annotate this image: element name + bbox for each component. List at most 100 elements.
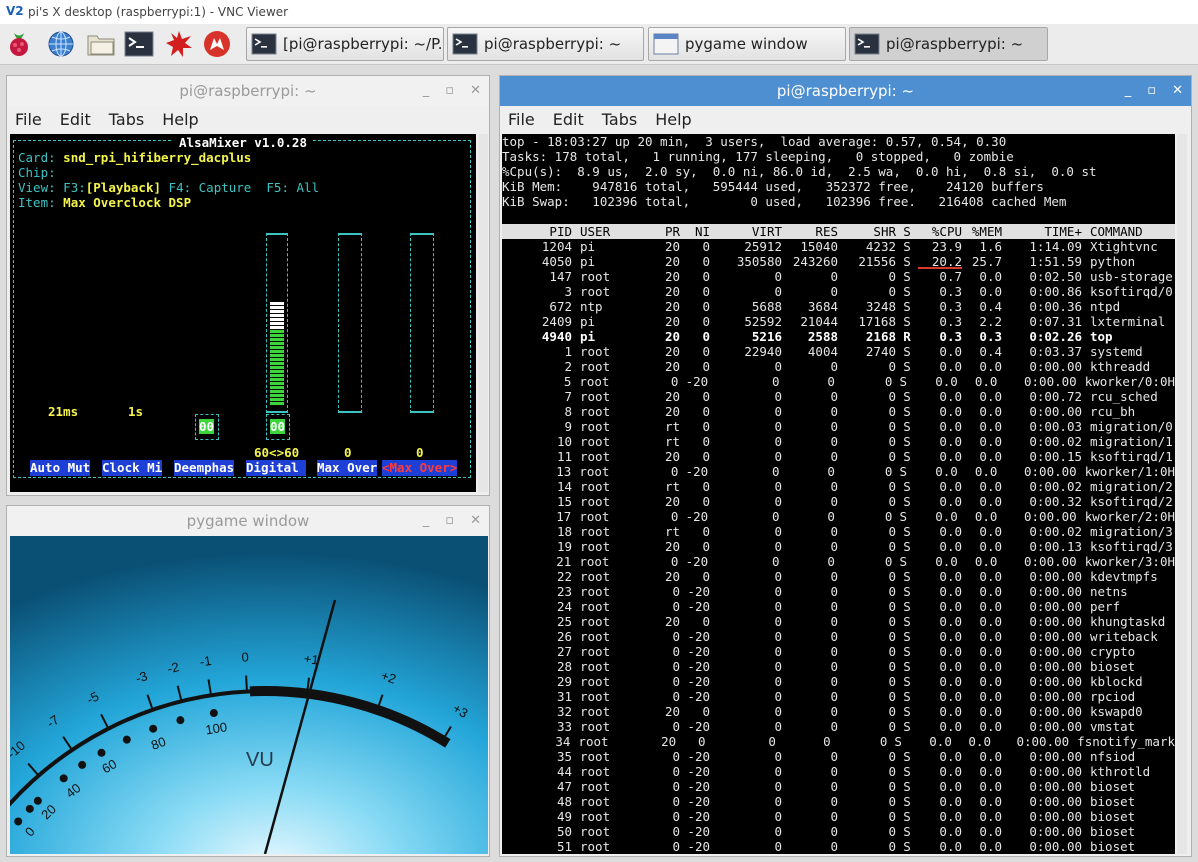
process-table-header: PID USER PR NI VIRT RES SHR S %CPU %MEM … — [502, 224, 1175, 239]
view-all[interactable]: F5: All — [266, 180, 319, 195]
task-pygame[interactable]: pygame window — [648, 27, 846, 61]
cell-virt: 0 — [774, 599, 782, 614]
cell-shr: 0 — [888, 749, 896, 764]
digital-slider[interactable] — [266, 233, 288, 413]
cell-command: kblockd — [1090, 674, 1143, 689]
menu-help[interactable]: Help — [655, 110, 691, 129]
cell-cpu: 0.3 — [939, 284, 962, 299]
cell-mem: 0.0 — [979, 644, 1002, 659]
cell-time: 0:00.00 — [1029, 599, 1082, 614]
cell-user: root — [580, 704, 611, 719]
cell-s: S — [899, 374, 908, 389]
max-overclock-slider-1[interactable] — [338, 233, 362, 413]
menu-tabs[interactable]: Tabs — [109, 110, 144, 129]
terminal-launcher-icon[interactable] — [124, 29, 154, 59]
cell-command: kthreadd — [1090, 359, 1151, 374]
cell-shr: 0 — [888, 419, 896, 434]
table-row: 35 root 0 -20 0 0 0 S 0.0 0.0 0:00.00 nfsiod — [502, 749, 1175, 764]
cell-shr: 3248 — [865, 299, 896, 314]
table-row: 27 root 0 -20 0 0 0 S 0.0 0.0 0:00.00 crypto — [502, 644, 1175, 659]
maximize-icon[interactable]: ▫ — [1147, 76, 1156, 106]
cell-virt: 0 — [774, 269, 782, 284]
menu-file[interactable]: File — [15, 110, 42, 129]
minimize-icon[interactable]: _ — [1125, 76, 1132, 106]
cell-s: S — [903, 389, 911, 404]
cell-s: S — [903, 569, 911, 584]
menu-file[interactable]: File — [508, 110, 535, 129]
cell-virt: 0 — [774, 614, 782, 629]
menu-help[interactable]: Help — [162, 110, 198, 129]
vu-meter: -20-10-7-5-3-2-10+1+2+3020406080100 VU — [10, 536, 488, 854]
wolfram-icon[interactable] — [202, 29, 232, 59]
task-terminal-2[interactable]: pi@raspberrypi: ~ — [447, 27, 644, 61]
cell-s: S — [903, 599, 911, 614]
cell-cpu: 0.0 — [935, 509, 958, 524]
cell-shr: 0 — [884, 464, 893, 479]
minimize-icon[interactable]: _ — [423, 76, 430, 106]
menu-tabs[interactable]: Tabs — [602, 110, 637, 129]
view-playback[interactable]: [Playback] — [86, 180, 161, 195]
col-header: USER — [580, 224, 611, 239]
web-browser-icon[interactable] — [46, 29, 76, 59]
cell-command: ntpd — [1090, 299, 1121, 314]
table-row: 147 root 20 0 0 0 0 S 0.7 0.0 0:02.50 usb-storage — [502, 269, 1175, 284]
scrollbar[interactable] — [478, 134, 488, 492]
close-icon[interactable]: ✕ — [470, 76, 481, 106]
cell-s: S — [903, 239, 911, 254]
cell-cpu: 0.0 — [939, 674, 962, 689]
file-manager-icon[interactable] — [86, 29, 116, 59]
cell-cpu: 0.0 — [939, 839, 962, 854]
cell-command: bioset — [1090, 809, 1136, 824]
control-auto-mute[interactable]: Auto Mut — [30, 460, 91, 476]
summary-line: top - 18:03:27 up 20 min, 3 users, load … — [502, 134, 1007, 149]
cell-command: top — [1090, 329, 1113, 344]
window-title: pygame window — [186, 512, 310, 530]
digital-switch[interactable]: 00 — [266, 414, 290, 440]
cell-command: fsnotify_mark — [1077, 734, 1175, 749]
cell-time: 0:00.15 — [1029, 449, 1082, 464]
max-overclock-slider-2[interactable] — [410, 233, 434, 413]
window-title-bar[interactable]: pygame window _ ▫ ✕ — [7, 506, 489, 536]
close-icon[interactable]: ✕ — [470, 506, 481, 536]
cell-pr: 20 — [664, 389, 680, 404]
maximize-icon[interactable]: ▫ — [445, 506, 454, 536]
cell-shr: 21556 — [858, 254, 896, 269]
cell-user: root — [580, 659, 611, 674]
top-screen[interactable]: top - 18:03:27 up 20 min, 3 users, load … — [502, 134, 1175, 854]
window-title-bar[interactable]: pi@raspberrypi: ~ _ ▫ ✕ — [7, 76, 489, 106]
vu-dot — [176, 716, 185, 725]
cell-cpu: 0.0 — [939, 494, 962, 509]
task-terminal-1[interactable]: [pi@raspberrypi: ~/P... — [246, 27, 444, 61]
cell-user: pi — [580, 254, 596, 269]
menu-edit[interactable]: Edit — [553, 110, 584, 129]
cell-ni: -20 — [687, 584, 710, 599]
view-capture[interactable]: F4: Capture — [169, 180, 252, 195]
control-deemphasis[interactable]: Deemphas — [174, 460, 235, 476]
maximize-icon[interactable]: ▫ — [445, 76, 454, 106]
control-digital[interactable]: Digital — [246, 460, 307, 476]
cell-shr: 0 — [884, 374, 893, 389]
minimize-icon[interactable]: _ — [423, 506, 430, 536]
control-max-over-selected[interactable]: <Max Over> — [382, 460, 458, 476]
table-row: 4940 pi 20 0 5216 2588 2168 R 0.3 0.3 0:02.26 top — [502, 329, 1175, 344]
cell-pid: 32 — [556, 704, 572, 719]
cell-cpu: 0.0 — [939, 524, 962, 539]
digital-peak-bar — [270, 302, 284, 330]
cell-user: root — [580, 359, 611, 374]
cell-pid: 4050 — [541, 254, 572, 269]
cell-ni: 0 — [697, 734, 706, 749]
raspberry-menu-icon[interactable] — [4, 29, 34, 59]
deemphasis-switch[interactable]: 00 — [195, 414, 219, 440]
alsamixer-screen[interactable]: AlsaMixer v1.0.28 Card: snd_rpi_hifiberr… — [10, 134, 476, 492]
math-kernel-icon[interactable] — [164, 29, 194, 59]
cell-s: S — [903, 269, 911, 284]
control-clock-mi[interactable]: Clock Mi — [102, 460, 163, 476]
menu-edit[interactable]: Edit — [60, 110, 91, 129]
cell-ni: -20 — [687, 644, 710, 659]
close-icon[interactable]: ✕ — [1172, 76, 1183, 106]
scrollbar[interactable] — [1177, 134, 1187, 854]
window-title-bar[interactable]: pi@raspberrypi: ~ _ ▫ ✕ — [500, 76, 1191, 106]
cell-pid: 2409 — [541, 314, 572, 329]
task-terminal-3[interactable]: pi@raspberrypi: ~ — [849, 27, 1048, 61]
control-max-over-1[interactable]: Max Over — [317, 460, 378, 476]
